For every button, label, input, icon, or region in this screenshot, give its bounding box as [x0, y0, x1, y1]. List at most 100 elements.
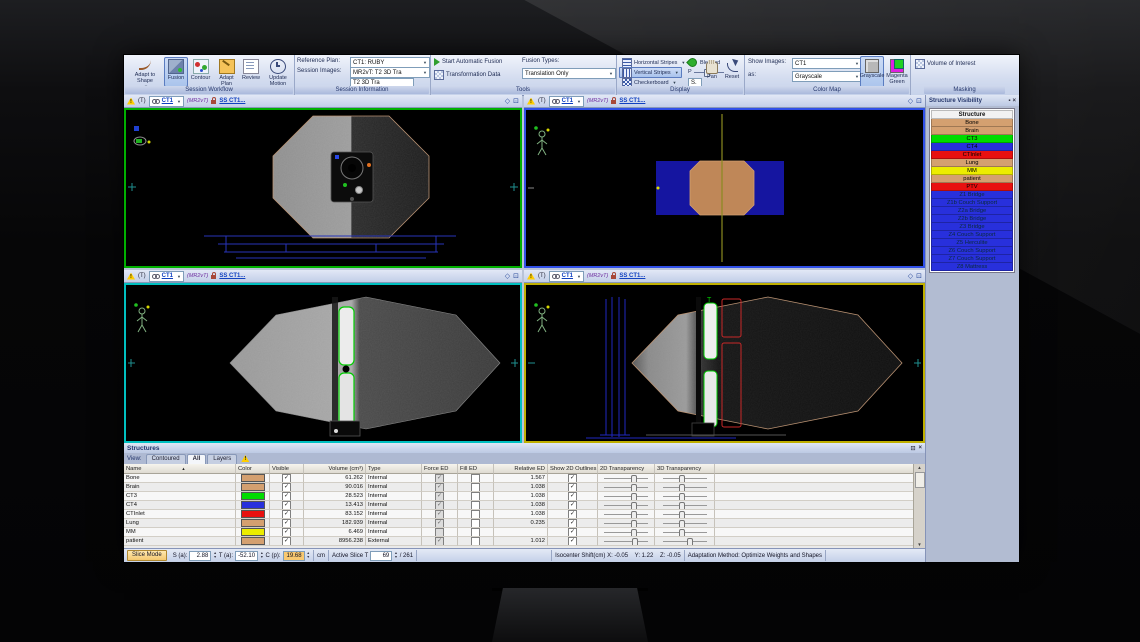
cell-force_ed[interactable]	[422, 528, 458, 537]
checkbox-visible[interactable]: ✓	[282, 510, 291, 519]
checkbox-show_2d[interactable]: ✓	[568, 474, 577, 483]
checkbox-show_2d[interactable]: ✓	[568, 492, 577, 501]
cell-color[interactable]	[236, 501, 270, 510]
as-select[interactable]: Grayscale ▼	[792, 71, 862, 82]
maximize-icon[interactable]: ⊡	[513, 98, 519, 105]
fusion-link[interactable]: SS CT1...	[619, 273, 645, 279]
table-row[interactable]: CTInlet✓83.152Internal✓1.038✓	[124, 510, 913, 519]
column-header[interactable]: Visible	[270, 464, 304, 474]
table-row[interactable]: CT4✓13.413Internal✓1.038✓	[124, 501, 913, 510]
cell-visible[interactable]: ✓	[270, 510, 304, 519]
column-header[interactable]: Relative ED	[494, 464, 548, 474]
s-spinner[interactable]: ▲▼	[213, 552, 216, 558]
cell-t2d[interactable]	[598, 483, 655, 492]
table-row[interactable]: patient✓8956.238External✓1.012✓	[124, 537, 913, 546]
cell-fill_ed[interactable]	[458, 492, 494, 501]
cell-force_ed[interactable]: ✓	[422, 501, 458, 510]
scroll-down-icon[interactable]: ▼	[917, 542, 921, 547]
s-coord-field[interactable]: 2.88	[189, 551, 211, 561]
color-swatch[interactable]	[241, 537, 265, 545]
adapt-to-shape-button[interactable]: Adapt to Shape ▼	[126, 56, 164, 88]
slider-t3d[interactable]	[663, 475, 707, 482]
color-swatch[interactable]	[241, 510, 265, 518]
viewport-canvas[interactable]: T	[124, 108, 522, 268]
cell-force_ed[interactable]: ✓	[422, 537, 458, 546]
slider-t2d[interactable]	[604, 484, 648, 491]
pan-button[interactable]: Pan	[702, 58, 722, 86]
color-swatch[interactable]	[241, 474, 265, 482]
cell-fill_ed[interactable]	[458, 501, 494, 510]
structure-visibility-row[interactable]: Bone	[931, 119, 1013, 127]
checkbox-show_2d[interactable]: ✓	[568, 537, 577, 546]
fusion-link[interactable]: SS CT1...	[619, 98, 645, 104]
cell-visible[interactable]: ✓	[270, 474, 304, 483]
pin-icon[interactable]: ▪	[1008, 98, 1010, 104]
cell-t3d[interactable]	[655, 474, 715, 483]
cell-fill_ed[interactable]	[458, 537, 494, 546]
checkbox-fill_ed[interactable]	[471, 510, 480, 519]
viewport-sagittal-2[interactable]: ! (T) CT1 ▼ (MR2vT) SS CT1... ◇ ⊡	[524, 270, 925, 443]
cell-t2d[interactable]	[598, 537, 655, 546]
maximize-icon[interactable]: ⊡	[513, 273, 519, 280]
slider-t3d[interactable]	[663, 529, 707, 536]
cell-color[interactable]	[236, 474, 270, 483]
cell-force_ed[interactable]: ✓	[422, 492, 458, 501]
maximize-icon[interactable]: ⊡	[916, 98, 922, 105]
checkbox-fill_ed[interactable]	[471, 474, 480, 483]
fusion-button[interactable]: Fusion	[164, 57, 188, 87]
checkbox-force_ed[interactable]: ✓	[435, 483, 444, 492]
start-automatic-fusion-button[interactable]: Start Automatic Fusion	[434, 58, 502, 66]
cell-fill_ed[interactable]	[458, 519, 494, 528]
structure-visibility-row[interactable]: Lung	[931, 159, 1013, 167]
column-header[interactable]: Name ▲	[124, 464, 236, 474]
structure-visibility-row[interactable]: Z1b Couch Support	[931, 199, 1013, 207]
column-header[interactable]: 3D Transparency	[655, 464, 715, 474]
structure-visibility-row[interactable]: CT3	[931, 135, 1013, 143]
slider-t2d[interactable]	[604, 502, 648, 509]
checkbox-fill_ed[interactable]	[471, 519, 480, 528]
scroll-thumb[interactable]	[915, 472, 925, 488]
cell-t2d[interactable]	[598, 519, 655, 528]
checkbox-force_ed[interactable]: ✓	[435, 501, 444, 510]
image-select[interactable]: CT1 ▼	[149, 96, 184, 107]
column-header[interactable]: 2D Transparency	[598, 464, 655, 474]
cell-show_2d[interactable]: ✓	[548, 501, 598, 510]
structure-visibility-row[interactable]: CTInlet	[931, 151, 1013, 159]
cell-color[interactable]	[236, 510, 270, 519]
session-images-select[interactable]: MR2vT: T2 3D Tra ▼	[350, 67, 430, 78]
cell-show_2d[interactable]: ✓	[548, 510, 598, 519]
cell-fill_ed[interactable]	[458, 474, 494, 483]
crosshair-icon[interactable]: ◇	[908, 273, 913, 280]
structure-visibility-row[interactable]: Z6 Couch Support	[931, 247, 1013, 255]
checkbox-visible[interactable]: ✓	[282, 528, 291, 537]
structure-visibility-row[interactable]: Z2b Bridge	[931, 215, 1013, 223]
column-header[interactable]: Force ED	[422, 464, 458, 474]
maximize-icon[interactable]: ⊡	[916, 273, 922, 280]
color-swatch[interactable]	[241, 483, 265, 491]
slider-t2d[interactable]	[604, 493, 648, 500]
fusion-link[interactable]: SS CT1...	[219, 98, 245, 104]
review-button[interactable]: Review	[239, 57, 263, 87]
table-row[interactable]: Brain✓90.016Internal✓1.038✓	[124, 483, 913, 492]
cell-visible[interactable]: ✓	[270, 519, 304, 528]
checkbox-fill_ed[interactable]	[471, 537, 480, 546]
cell-show_2d[interactable]: ✓	[548, 519, 598, 528]
structure-visibility-row[interactable]: Z5 Herculite	[931, 239, 1013, 247]
checkbox-visible[interactable]: ✓	[282, 474, 291, 483]
reset-button[interactable]: Reset	[721, 58, 743, 86]
column-header[interactable]: Volume (cm³)	[304, 464, 366, 474]
cell-visible[interactable]: ✓	[270, 483, 304, 492]
cell-t3d[interactable]	[655, 492, 715, 501]
cell-force_ed[interactable]: ✓	[422, 474, 458, 483]
checkbox-show_2d[interactable]: ✓	[568, 510, 577, 519]
transformation-data-button[interactable]: Transformation Data	[434, 70, 500, 80]
structure-visibility-row[interactable]: Z2a Bridge	[931, 207, 1013, 215]
checkbox-force_ed[interactable]: ✓	[435, 474, 444, 483]
grayscale-button[interactable]: Grayscale	[860, 56, 884, 89]
cell-color[interactable]	[236, 528, 270, 537]
viewport-canvas[interactable]	[524, 108, 925, 268]
color-swatch[interactable]	[241, 492, 265, 500]
tab-layers[interactable]: Layers	[207, 454, 237, 464]
cell-color[interactable]	[236, 519, 270, 528]
checkbox-visible[interactable]: ✓	[282, 501, 291, 510]
